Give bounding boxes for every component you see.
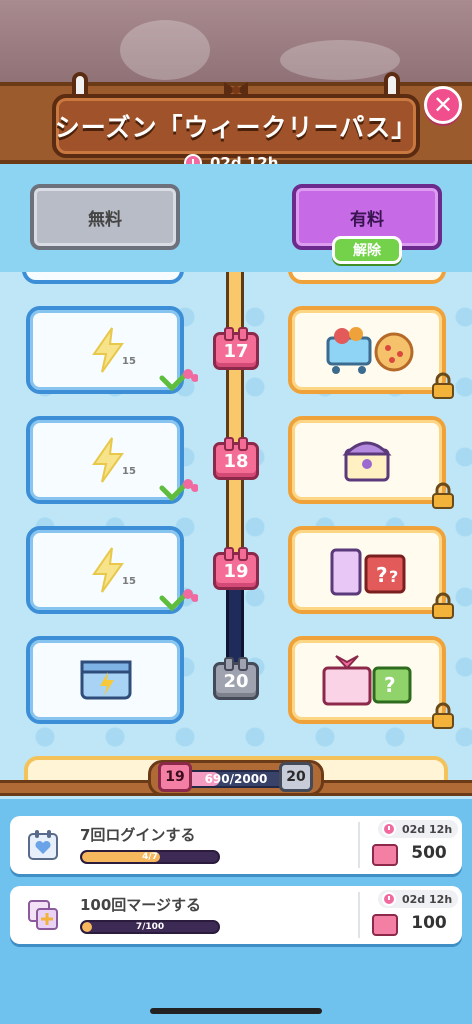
- season-progress-text: 690/2000: [204, 772, 268, 786]
- level-number: 19: [223, 560, 249, 582]
- svg-text:?: ?: [389, 567, 398, 586]
- reward-count: 15: [122, 576, 136, 587]
- task-progress-text: 7/100: [135, 922, 165, 932]
- task-timer: 02d 12h: [378, 890, 458, 908]
- task-timer: 02d 12h: [378, 820, 458, 838]
- next-level-badge: 20: [279, 762, 313, 792]
- paid-reward-card[interactable]: [288, 416, 454, 509]
- bolt-icon: [92, 327, 124, 373]
- home-indicator[interactable]: [150, 1008, 322, 1014]
- paid-reward-card[interactable]: ?: [288, 636, 454, 729]
- task-title: 100回マージする: [80, 896, 202, 914]
- treasure-chest-icon: [342, 441, 392, 482]
- free-reward-card-prev: [22, 272, 184, 284]
- level-badge: 18: [213, 437, 259, 480]
- lock-icon: [432, 592, 454, 619]
- merge-plus-icon: [28, 900, 58, 930]
- level-badge-locked: 20: [213, 657, 259, 700]
- page-title: シーズン「ウィークリーパス」: [54, 113, 418, 142]
- progress-rail-locked: [226, 580, 244, 668]
- claimed-check-icon: [159, 369, 198, 392]
- level-number: 17: [223, 340, 249, 362]
- unlock-button-label: 解除: [353, 243, 381, 259]
- free-reward-card[interactable]: 15: [26, 306, 198, 394]
- task-progress-bar: 4/7: [80, 850, 220, 864]
- clock-icon: [382, 892, 396, 906]
- task-divider: [358, 892, 360, 938]
- unlock-button[interactable]: 解除: [332, 236, 402, 264]
- free-tier-ticket: 無料: [30, 184, 180, 250]
- bolt-icon: [92, 437, 124, 483]
- task-divider: [358, 822, 360, 868]
- task-reward-value: 500: [411, 843, 447, 863]
- task-progress-bar: 7/100: [80, 920, 220, 934]
- current-level-number: 19: [165, 769, 185, 785]
- task-reward-value: 100: [411, 913, 447, 933]
- task-title: 7回ログインする: [80, 826, 196, 844]
- close-icon: ✕: [432, 91, 454, 119]
- calendar-reward-icon: [372, 914, 398, 936]
- paid-reward-card[interactable]: [288, 306, 454, 399]
- level-badge: 19: [213, 547, 259, 590]
- level-badge: 17: [213, 327, 259, 370]
- task-timer-text: 02d 12h: [402, 892, 453, 906]
- reward-count: 15: [122, 466, 136, 477]
- free-reward-card[interactable]: 15: [26, 526, 198, 614]
- mystery-boxes-icon: ? ?: [330, 548, 406, 596]
- reward-count: 15: [122, 356, 136, 367]
- next-level-number: 20: [286, 769, 306, 785]
- claimed-check-icon: [159, 589, 198, 612]
- bow-icon: [222, 80, 250, 100]
- calendar-reward-icon: [372, 844, 398, 866]
- background-scene: [0, 0, 472, 90]
- free-tier-label: 無料: [88, 209, 122, 230]
- paid-reward-card[interactable]: ? ?: [288, 526, 454, 619]
- paid-reward-card-prev: [288, 272, 446, 284]
- gift-boxes-icon: ?: [322, 655, 412, 706]
- lock-icon: [432, 702, 454, 729]
- close-button[interactable]: ✕: [424, 86, 462, 124]
- clock-icon: [382, 822, 396, 836]
- task-row[interactable]: 7回ログインする 4/7 02d 12h 500: [10, 816, 462, 874]
- reward-track[interactable]: 15 17 15 18 15 19 ? ? 20 ?: [0, 272, 472, 780]
- level-number: 20: [223, 670, 249, 692]
- title-sign: シーズン「ウィークリーパス」: [52, 94, 420, 158]
- cart-and-pizza-icon: [326, 327, 414, 374]
- task-row[interactable]: 100回マージする 7/100 02d 12h 100: [10, 886, 462, 944]
- task-timer-text: 02d 12h: [402, 822, 453, 836]
- current-level-badge: 19: [158, 762, 192, 792]
- blue-crate-icon: [80, 660, 132, 700]
- free-reward-card[interactable]: 15: [26, 416, 198, 504]
- paid-tier-label: 有料: [350, 209, 384, 230]
- bolt-icon: [92, 547, 124, 593]
- svg-text:?: ?: [384, 673, 396, 697]
- level-number: 18: [223, 450, 249, 472]
- free-reward-card[interactable]: [26, 636, 184, 724]
- svg-text:?: ?: [376, 563, 388, 587]
- claimed-check-icon: [159, 479, 198, 502]
- lock-icon: [432, 482, 454, 509]
- lock-icon: [432, 372, 454, 399]
- task-progress-text: 4/7: [142, 852, 158, 862]
- heart-calendar-icon: [28, 830, 58, 860]
